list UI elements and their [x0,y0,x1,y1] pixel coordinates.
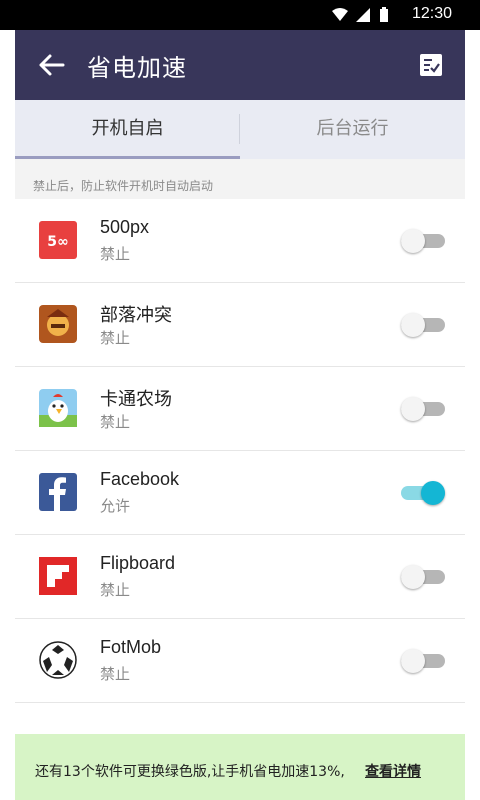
app-frame: 省电加速 开机自启 后台运行 禁止后，防止软件开机时自动启动 5∞ 500px … [15,30,465,800]
app-status: 禁止 [100,665,131,683]
app-name: 500px [100,217,150,237]
app-list: 5∞ 500px 禁止 部落冲突 禁止 卡通农场 禁止 Facebook 允许 … [15,199,465,703]
500px-icon: 5∞ [39,221,77,259]
autostart-toggle[interactable] [401,481,449,505]
fotmob-icon [39,641,77,679]
hint-bar: 禁止后，防止软件开机时自动启动 [15,159,465,199]
list-item[interactable]: Flipboard 禁止 [15,535,465,619]
app-status: 禁止 [100,581,131,599]
wifi-icon [332,8,348,21]
list-item[interactable]: Facebook 允许 [15,451,465,535]
tab-background[interactable]: 后台运行 [240,100,465,159]
app-bar: 省电加速 [15,30,465,100]
status-bar: 12:30 [0,0,480,30]
autostart-toggle[interactable] [401,565,449,589]
app-name: 部落冲突 [100,305,172,325]
signal-icon [356,8,370,22]
list-item[interactable]: FotMob 禁止 [15,619,465,703]
app-name: 卡通农场 [100,389,172,409]
checklist-icon[interactable] [419,53,443,77]
autostart-toggle[interactable] [401,229,449,253]
tab-bar: 开机自启 后台运行 [15,100,465,159]
status-icons [330,6,390,28]
app-name: Flipboard [100,553,176,573]
list-item[interactable]: 卡通农场 禁止 [15,367,465,451]
autostart-toggle[interactable] [401,649,449,673]
list-item[interactable]: 部落冲突 禁止 [15,283,465,367]
back-arrow-icon[interactable] [37,53,65,77]
app-status: 允许 [100,497,131,515]
hay-day-icon [39,389,77,427]
facebook-icon [39,473,77,511]
view-details-link[interactable]: 查看详情 [365,761,421,781]
app-name: Facebook [100,469,180,489]
clash-of-clans-icon [39,305,77,343]
app-name: FotMob [100,637,162,657]
tab-startup[interactable]: 开机自启 [15,100,240,159]
promo-banner: 还有13个软件可更换绿色版,让手机省电加速13%, 查看详情 [15,734,465,800]
autostart-toggle[interactable] [401,397,449,421]
app-status: 禁止 [100,245,131,263]
status-time: 12:30 [411,5,452,22]
app-status: 禁止 [100,413,131,431]
list-item[interactable]: 5∞ 500px 禁止 [15,199,465,283]
battery-icon [380,7,388,22]
app-status: 禁止 [100,329,131,347]
page-title: 省电加速 [87,54,187,82]
hint-text: 禁止后，防止软件开机时自动启动 [33,179,214,193]
promo-text: 还有13个软件可更换绿色版,让手机省电加速13%, [35,764,345,780]
svg-text:5∞: 5∞ [47,234,68,250]
autostart-toggle[interactable] [401,313,449,337]
flipboard-icon [39,557,77,595]
